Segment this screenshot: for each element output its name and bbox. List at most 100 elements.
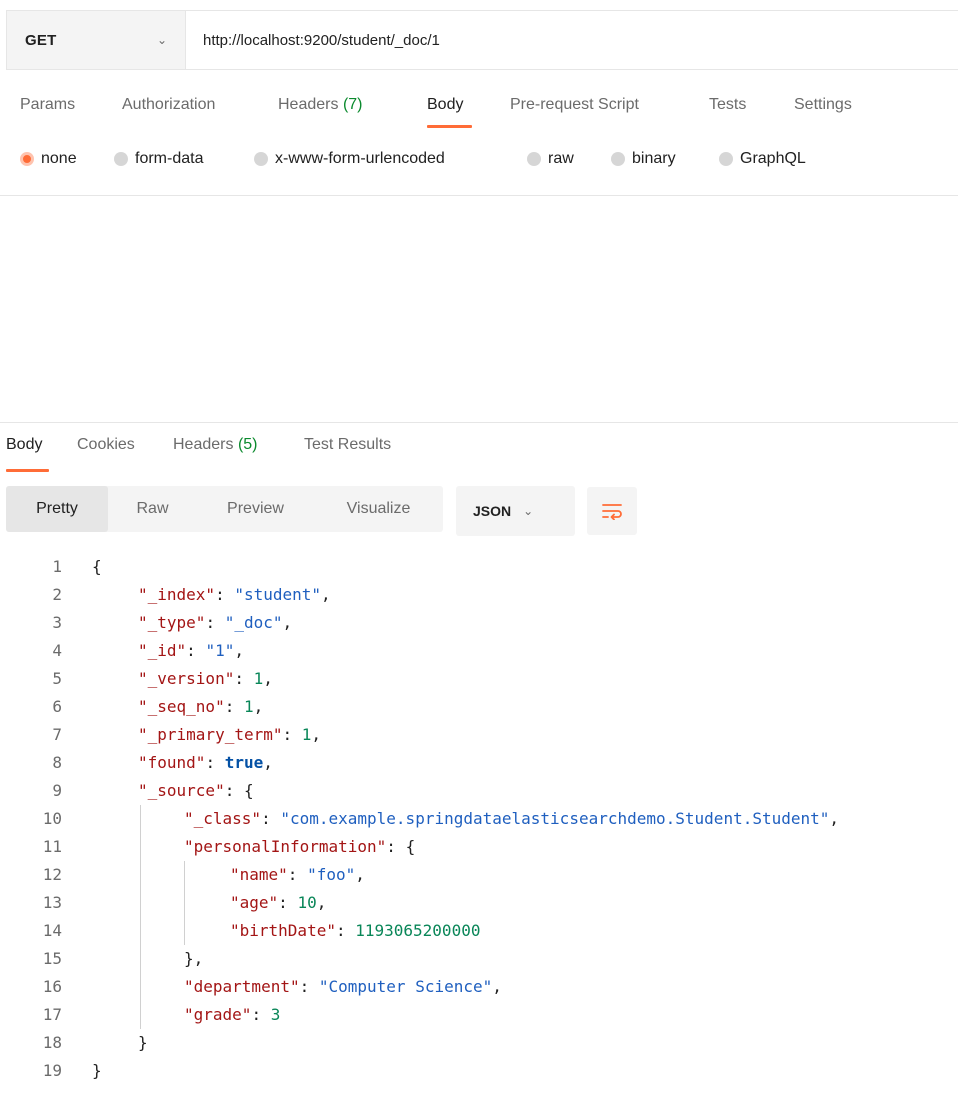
code-line: 2 "_index": "student", bbox=[0, 581, 958, 609]
line-number: 2 bbox=[52, 585, 62, 604]
code-token: "com.example.springdataelasticsearchdemo… bbox=[280, 809, 830, 828]
code-line: 17 "grade": 3 bbox=[0, 1001, 958, 1029]
code-line: 11 "personalInformation": { bbox=[0, 833, 958, 861]
code-text: "_index": "student", bbox=[138, 581, 331, 609]
response-tabs: Body Cookies Headers (5) Test Results bbox=[0, 436, 958, 476]
format-select[interactable]: JSON ⌄ bbox=[456, 486, 575, 536]
code-token: , bbox=[492, 977, 502, 996]
code-token: , bbox=[311, 725, 322, 744]
divider bbox=[0, 195, 958, 196]
code-text: "found": true, bbox=[138, 749, 273, 777]
code-token: : bbox=[186, 641, 206, 660]
url-input[interactable]: http://localhost:9200/student/_doc/1 bbox=[186, 32, 440, 49]
code-token: : bbox=[299, 977, 319, 996]
tab-authorization[interactable]: Authorization bbox=[122, 96, 215, 114]
code-text: } bbox=[138, 1029, 148, 1057]
code-token: 1 bbox=[243, 697, 254, 716]
response-tab-cookies[interactable]: Cookies bbox=[77, 436, 135, 454]
line-number: 9 bbox=[52, 781, 62, 800]
code-token: "_seq_no" bbox=[138, 697, 225, 716]
radio-none[interactable]: none bbox=[20, 150, 77, 168]
radio-form-data[interactable]: form-data bbox=[114, 150, 203, 168]
code-token: "_source" bbox=[138, 781, 225, 800]
code-token: "age" bbox=[230, 893, 279, 912]
code-token: "department" bbox=[184, 977, 300, 996]
chevron-down-icon: ⌄ bbox=[523, 504, 534, 518]
line-number: 3 bbox=[52, 613, 62, 632]
code-text: "department": "Computer Science", bbox=[184, 973, 502, 1001]
line-number: 13 bbox=[42, 893, 62, 912]
code-token: , bbox=[263, 753, 273, 772]
code-token: 1193065200000 bbox=[355, 921, 481, 940]
divider bbox=[0, 422, 958, 423]
code-line: 7 "_primary_term": 1, bbox=[0, 721, 958, 749]
code-line: 16 "department": "Computer Science", bbox=[0, 973, 958, 1001]
code-token: : { bbox=[386, 837, 416, 856]
code-token: : bbox=[287, 865, 308, 884]
wrap-lines-button[interactable] bbox=[587, 487, 637, 535]
line-number: 5 bbox=[52, 669, 62, 688]
code-token: , bbox=[234, 641, 244, 660]
active-response-tab-indicator bbox=[6, 469, 49, 472]
code-token: } bbox=[92, 1061, 102, 1080]
tab-tests[interactable]: Tests bbox=[709, 96, 746, 114]
tab-headers[interactable]: Headers (7) bbox=[278, 96, 363, 114]
headers-count: (7) bbox=[342, 96, 363, 113]
code-token: 10 bbox=[297, 893, 317, 912]
line-number: 7 bbox=[52, 725, 62, 744]
code-line: 9 "_source": { bbox=[0, 777, 958, 805]
code-line: 6 "_seq_no": 1, bbox=[0, 693, 958, 721]
radio-icon bbox=[527, 152, 541, 166]
radio-icon bbox=[114, 152, 128, 166]
radio-graphql[interactable]: GraphQL bbox=[719, 150, 806, 168]
view-pretty[interactable]: Pretty bbox=[6, 486, 108, 532]
code-token: "found" bbox=[138, 753, 206, 772]
response-tab-body[interactable]: Body bbox=[6, 436, 42, 454]
code-token: : bbox=[234, 669, 254, 688]
code-text: "_class": "com.example.springdataelastic… bbox=[184, 805, 839, 833]
method-select[interactable]: GET ⌄ bbox=[7, 11, 186, 69]
response-tab-test-results[interactable]: Test Results bbox=[304, 436, 391, 454]
line-number: 6 bbox=[52, 697, 62, 716]
active-tab-indicator bbox=[427, 125, 472, 128]
line-number: 11 bbox=[42, 837, 62, 856]
tab-pre-request-script[interactable]: Pre-request Script bbox=[510, 96, 639, 114]
view-raw[interactable]: Raw bbox=[108, 486, 197, 532]
chevron-down-icon: ⌄ bbox=[156, 33, 167, 47]
line-number: 15 bbox=[42, 949, 62, 968]
code-text: "personalInformation": { bbox=[184, 833, 415, 861]
view-visualize[interactable]: Visualize bbox=[314, 486, 443, 532]
radio-binary[interactable]: binary bbox=[611, 150, 676, 168]
code-text: "_type": "_doc", bbox=[138, 609, 292, 637]
code-token: , bbox=[282, 613, 293, 632]
line-number: 16 bbox=[42, 977, 62, 996]
radio-raw[interactable]: raw bbox=[527, 150, 574, 168]
code-text: "name": "foo", bbox=[230, 861, 365, 889]
code-token: : bbox=[224, 697, 244, 716]
tab-body[interactable]: Body bbox=[427, 96, 463, 114]
line-number: 17 bbox=[42, 1005, 62, 1024]
code-line: 14 "birthDate": 1193065200000 bbox=[0, 917, 958, 945]
code-line: 5 "_version": 1, bbox=[0, 665, 958, 693]
code-line: 1{ bbox=[0, 553, 958, 581]
code-line: 8 "found": true, bbox=[0, 749, 958, 777]
code-token: { bbox=[92, 557, 102, 576]
radio-x-www-form-urlencoded[interactable]: x-www-form-urlencoded bbox=[254, 150, 445, 168]
tab-params[interactable]: Params bbox=[20, 96, 75, 114]
tab-settings[interactable]: Settings bbox=[794, 96, 852, 114]
code-token: : { bbox=[224, 781, 254, 800]
code-token: : bbox=[215, 585, 235, 604]
line-number: 18 bbox=[42, 1033, 62, 1052]
code-token: : bbox=[205, 613, 225, 632]
code-token: , bbox=[829, 809, 840, 828]
response-tab-headers[interactable]: Headers (5) bbox=[173, 436, 258, 454]
code-token: "_primary_term" bbox=[138, 725, 283, 744]
code-text: "_version": 1, bbox=[138, 665, 273, 693]
code-token: 3 bbox=[270, 1005, 281, 1024]
line-number: 19 bbox=[42, 1061, 62, 1080]
code-text: "age": 10, bbox=[230, 889, 326, 917]
view-preview[interactable]: Preview bbox=[197, 486, 314, 532]
code-text: "_source": { bbox=[138, 777, 254, 805]
radio-icon bbox=[254, 152, 268, 166]
code-token: , bbox=[316, 893, 327, 912]
